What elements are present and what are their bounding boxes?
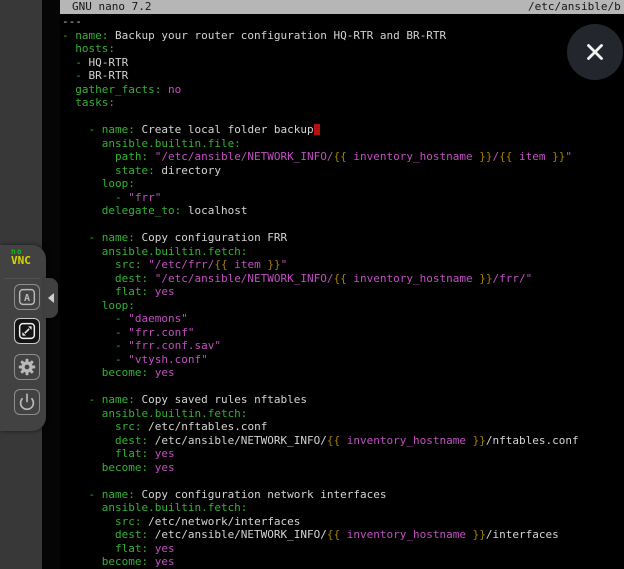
code-line: path: "/etc/ansible/NETWORK_INFO/{{ inve… [62, 150, 624, 164]
code-line: src: /etc/network/interfaces [62, 515, 624, 529]
close-button[interactable] [567, 24, 623, 80]
nano-filename: /etc/ansible/b [528, 0, 621, 14]
code-line: dest: /etc/ansible/NETWORK_INFO/{{ inven… [62, 528, 624, 542]
keyboard-button[interactable]: A [14, 284, 40, 310]
nano-version: GNU nano 7.2 [72, 0, 151, 14]
code-line [62, 218, 624, 232]
code-line: - HQ-RTR [62, 56, 624, 70]
code-line: become: yes [62, 366, 624, 380]
code-line: - name: Copy saved rules nftables [62, 393, 624, 407]
power-icon [16, 391, 38, 413]
code-line: --- [62, 15, 624, 29]
code-line: ansible.builtin.fetch: [62, 245, 624, 259]
editor-lines[interactable]: ---- name: Backup your router configurat… [60, 14, 624, 569]
svg-text:A: A [24, 293, 30, 304]
collapse-arrow-icon [48, 293, 54, 303]
code-line: src: "/etc/frr/{{ item }}" [62, 258, 624, 272]
code-line: loop: [62, 299, 624, 313]
a-key-icon: A [16, 286, 38, 308]
code-line: become: yes [62, 461, 624, 475]
fullscreen-icon [16, 320, 38, 342]
gear-icon [16, 356, 38, 378]
code-line: delegate_to: localhost [62, 204, 624, 218]
text-cursor [314, 124, 321, 135]
code-line [62, 380, 624, 394]
code-line: - name: Backup your router configuration… [62, 29, 624, 43]
code-line: flat: yes [62, 285, 624, 299]
code-line: ansible.builtin.fetch: [62, 407, 624, 421]
code-line [62, 474, 624, 488]
code-line: - "frr" [62, 191, 624, 205]
code-line: state: directory [62, 164, 624, 178]
vnc-control-bar: no VNC A [0, 245, 46, 431]
code-line: tasks: [62, 96, 624, 110]
nano-titlebar: GNU nano 7.2 /etc/ansible/b [60, 0, 624, 14]
code-line: ansible.builtin.file: [62, 137, 624, 151]
code-line: become: yes [62, 555, 624, 569]
settings-button[interactable] [14, 354, 40, 380]
code-line: - "daemons" [62, 312, 624, 326]
code-line: dest: /etc/ansible/NETWORK_INFO/{{ inven… [62, 434, 624, 448]
code-line: ansible.builtin.fetch: [62, 501, 624, 515]
code-line: - BR-RTR [62, 69, 624, 83]
code-line: - "frr.conf.sav" [62, 339, 624, 353]
fullscreen-button[interactable] [14, 318, 40, 344]
remote-screen: no VNC A [0, 0, 624, 569]
code-line: - "frr.conf" [62, 326, 624, 340]
close-icon [567, 24, 623, 80]
code-line: - name: Copy configuration network inter… [62, 488, 624, 502]
code-line: src: /etc/nftables.conf [62, 420, 624, 434]
novnc-logo-vnc: VNC [11, 255, 31, 266]
control-bar-handle[interactable] [44, 278, 58, 318]
code-line [62, 110, 624, 124]
code-line: - name: Copy configuration FRR [62, 231, 624, 245]
power-button[interactable] [14, 389, 40, 415]
code-line: flat: yes [62, 542, 624, 556]
code-line: loop: [62, 177, 624, 191]
code-line: hosts: [62, 42, 624, 56]
code-line: - name: Create local folder backup [62, 123, 624, 137]
code-line: dest: "/etc/ansible/NETWORK_INFO/{{ inve… [62, 272, 624, 286]
code-line: - "vtysh.conf" [62, 353, 624, 367]
code-line: gather_facts: no [62, 83, 624, 97]
control-bar-divider [4, 278, 40, 279]
code-line: flat: yes [62, 447, 624, 461]
nano-terminal[interactable]: GNU nano 7.2 /etc/ansible/b ---- name: B… [60, 0, 624, 569]
novnc-logo: no VNC [11, 248, 31, 266]
